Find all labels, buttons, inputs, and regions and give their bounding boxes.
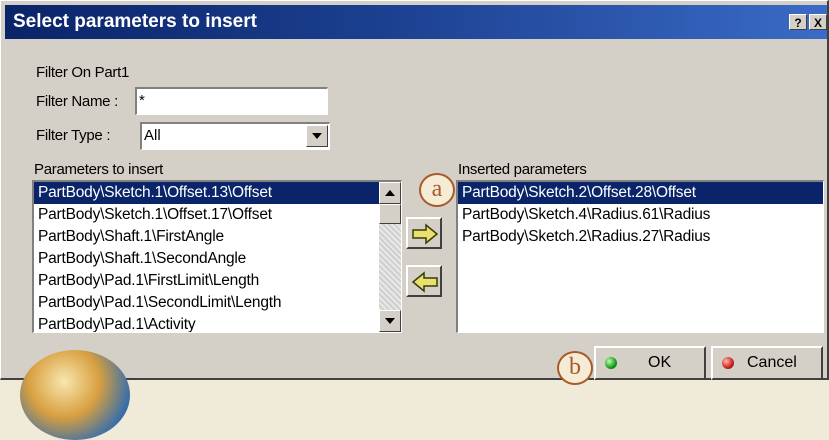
parameter-list-item[interactable]: PartBody\Shaft.1\SecondAngle (34, 248, 401, 270)
callout-a: a (419, 173, 455, 207)
inserted-parameters-items: PartBody\Sketch.2\Offset.28\Offset PartBo… (458, 182, 823, 248)
parameter-list-item[interactable]: PartBody\Sketch.1\Offset.17\Offset (34, 204, 401, 226)
close-icon: X (813, 16, 822, 30)
help-icon: ? (794, 16, 802, 30)
scrollbar[interactable] (379, 182, 401, 332)
parameter-list-item[interactable]: PartBody\Sketch.1\Offset.13\Offset (34, 182, 401, 204)
red-led-icon (722, 357, 734, 369)
parameters-to-insert-items: PartBody\Sketch.1\Offset.13\Offset PartBo… (34, 182, 401, 332)
parameter-list-item[interactable]: PartBody\Shaft.1\FirstAngle (34, 226, 401, 248)
ok-button-label: OK (648, 354, 672, 371)
parameters-to-insert-list[interactable]: PartBody\Sketch.1\Offset.13\Offset PartBo… (32, 180, 402, 333)
filter-type-value: All (144, 127, 161, 144)
parameter-list-item[interactable]: PartBody\Pad.1\Activity (34, 314, 401, 332)
scroll-down-icon[interactable] (379, 310, 401, 332)
scroll-up-icon[interactable] (379, 182, 401, 204)
filter-type-label: Filter Type : (36, 127, 111, 144)
callout-b: b (557, 351, 593, 385)
inserted-parameters-list[interactable]: PartBody\Sketch.2\Offset.28\Offset PartBo… (456, 180, 824, 333)
filter-name-input[interactable]: * (135, 87, 328, 115)
dialog-window: Select parameters to insert ? X Filter O… (0, 0, 829, 385)
inserted-parameter-list-item[interactable]: PartBody\Sketch.2\Radius.27\Radius (458, 226, 823, 248)
filter-name-label: Filter Name : (36, 93, 118, 110)
decorative-orb (20, 350, 130, 440)
cancel-button[interactable]: Cancel (711, 346, 823, 380)
parameters-to-insert-label: Parameters to insert (34, 161, 164, 178)
add-parameter-button[interactable] (406, 217, 442, 249)
remove-parameter-button[interactable] (406, 265, 442, 297)
help-button[interactable]: ? (789, 14, 807, 30)
green-led-icon (605, 357, 617, 369)
title-bar[interactable]: Select parameters to insert ? X (5, 5, 827, 39)
filter-on-part-label: Filter On Part1 (36, 64, 130, 81)
inserted-parameter-list-item[interactable]: PartBody\Sketch.2\Offset.28\Offset (458, 182, 823, 204)
inserted-parameters-label: Inserted parameters (458, 161, 587, 178)
chevron-down-icon[interactable] (306, 125, 328, 147)
right-arrow-icon (412, 223, 439, 245)
parameter-list-item[interactable]: PartBody\Pad.1\SecondLimit\Length (34, 292, 401, 314)
ok-button[interactable]: OK (594, 346, 706, 380)
inserted-parameter-list-item[interactable]: PartBody\Sketch.4\Radius.61\Radius (458, 204, 823, 226)
close-button[interactable]: X (809, 14, 827, 30)
dialog-title: Select parameters to insert (13, 11, 257, 32)
filter-type-select[interactable]: All (140, 122, 330, 150)
scroll-thumb[interactable] (379, 204, 401, 224)
parameter-list-item[interactable]: PartBody\Pad.1\FirstLimit\Length (34, 270, 401, 292)
cancel-button-label: Cancel (747, 354, 797, 371)
left-arrow-icon (411, 271, 438, 293)
